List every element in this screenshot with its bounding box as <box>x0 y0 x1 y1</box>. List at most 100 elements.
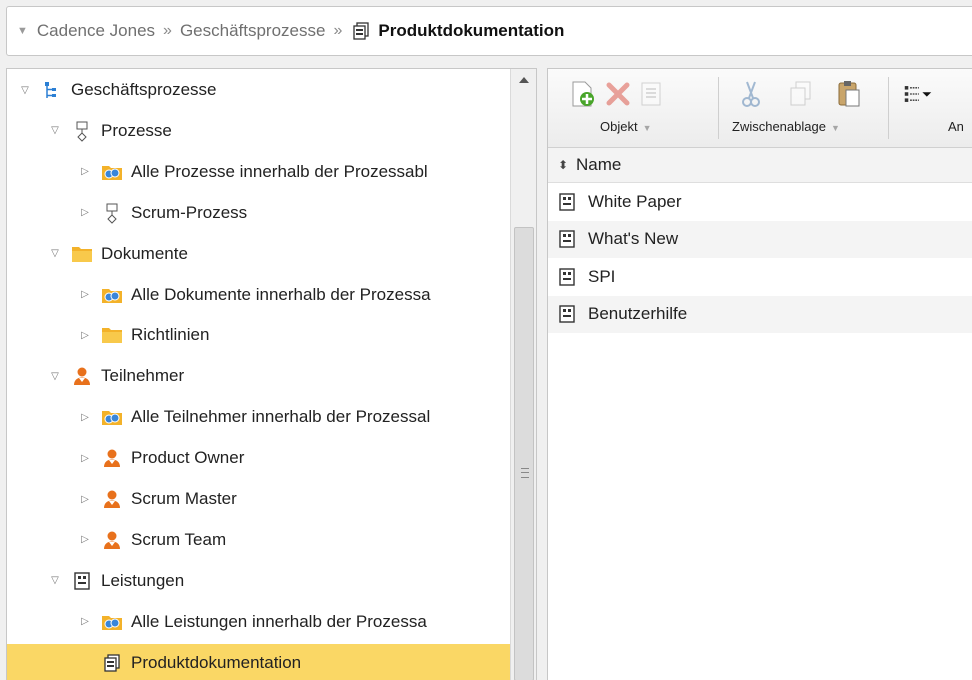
expand-toggle-icon[interactable]: ▷ <box>79 330 91 341</box>
breadcrumb: ▼ Cadence Jones » Geschäftsprozesse » Pr… <box>6 6 972 56</box>
tree-item-label: Alle Dokumente innerhalb der Prozessa <box>131 284 431 304</box>
deliverable-icon <box>556 266 578 288</box>
paste-icon[interactable] <box>834 79 864 109</box>
all-folder-icon <box>101 406 123 428</box>
tree-item[interactable]: ▽ Dokumente <box>7 235 510 273</box>
tree-item-label: Alle Leistungen innerhalb der Prozessa <box>131 611 427 631</box>
expand-toggle-icon[interactable]: ▷ <box>79 207 91 218</box>
tree-item-label: Produktdokumentation <box>131 652 302 672</box>
tree-item[interactable]: ▷ Richtlinien <box>7 316 510 354</box>
tree-scrollbar[interactable] <box>510 69 536 680</box>
person-icon <box>101 529 123 551</box>
folder-icon <box>101 324 123 346</box>
toolbar: Objekt ▼ Zwischenablage ▼ An <box>548 69 972 148</box>
all-folder-icon <box>101 284 123 306</box>
hierarchy-icon <box>41 79 63 101</box>
zwischenablage-menu[interactable]: Zwischenablage ▼ <box>732 119 840 134</box>
tree-item-label: Geschäftsprozesse <box>71 80 217 99</box>
expand-toggle-icon[interactable]: ▷ <box>79 289 91 300</box>
deliverable-icon <box>556 191 578 213</box>
tree-item[interactable]: ▽ Geschäftsprozesse <box>7 71 510 109</box>
tree-item[interactable]: ▷ Alle Dokumente innerhalb der Prozessa <box>7 276 510 314</box>
scrollbar-thumb[interactable] <box>514 227 534 680</box>
table-cell-name: SPI <box>588 266 616 286</box>
tree-item[interactable]: ▽ Prozesse <box>7 112 510 150</box>
person-icon <box>101 488 123 510</box>
table-cell-name: Benutzerhilfe <box>588 304 688 323</box>
table-row[interactable]: SPI <box>548 258 972 295</box>
properties-icon[interactable] <box>636 79 666 109</box>
deliverable-icon <box>71 570 93 592</box>
breadcrumb-item-user[interactable]: Cadence Jones <box>37 21 155 41</box>
table-row[interactable]: White Paper <box>548 183 972 220</box>
tree-item[interactable]: ▷ Alle Prozesse innerhalb der Prozessabl <box>7 153 510 191</box>
person-icon <box>71 365 93 387</box>
all-folder-icon <box>101 161 123 183</box>
expand-toggle-icon[interactable]: ▷ <box>79 534 91 545</box>
expand-toggle-icon[interactable]: ▷ <box>79 616 91 627</box>
content-panel: Objekt ▼ Zwischenablage ▼ An ⬍ Name White … <box>547 68 972 680</box>
tree-item[interactable]: ▷ Scrum Team <box>7 521 510 559</box>
collapse-toggle-icon[interactable]: ▽ <box>49 371 61 382</box>
deliverable-icon <box>556 228 578 250</box>
collapse-toggle-icon[interactable]: ▽ <box>19 85 31 96</box>
breadcrumb-separator: » <box>333 22 343 39</box>
view-list-icon[interactable] <box>903 79 933 109</box>
tree-item-label: Scrum Team <box>131 529 227 549</box>
scroll-up-icon[interactable] <box>519 77 529 83</box>
ansicht-menu[interactable]: An <box>948 119 964 134</box>
breadcrumb-item-geschaeftsprozesse[interactable]: Geschäftsprozesse <box>180 21 326 41</box>
process-icon <box>101 202 123 224</box>
tree-item[interactable]: ▷ Product Owner <box>7 439 510 477</box>
collapse-toggle-icon[interactable]: ▽ <box>49 248 61 259</box>
deliverable-icon <box>556 303 578 325</box>
tree-item[interactable]: Produktdokumentation <box>7 643 510 680</box>
deliverable-group-icon <box>350 20 372 42</box>
tree-item-label: Leistungen <box>101 570 185 590</box>
table-row[interactable]: Benutzerhilfe <box>548 295 972 333</box>
toolbar-separator <box>888 77 889 139</box>
cut-icon[interactable] <box>736 79 766 109</box>
copy-icon[interactable] <box>786 79 816 109</box>
collapse-toggle-icon[interactable]: ▽ <box>49 125 61 136</box>
folder-icon <box>71 243 93 265</box>
tree-item-label: Scrum-Prozess <box>131 202 248 222</box>
tree-item-label: Prozesse <box>101 120 172 140</box>
expand-toggle-icon[interactable]: ▷ <box>79 494 91 505</box>
tree-item[interactable]: ▽ Leistungen <box>7 562 510 600</box>
toolbar-separator <box>718 77 719 139</box>
sort-icon[interactable]: ⬍ <box>558 158 572 172</box>
column-header-name[interactable]: ⬍ Name <box>548 148 972 183</box>
tree-item-label: Alle Prozesse innerhalb der Prozessabl <box>131 161 428 181</box>
person-icon <box>101 447 123 469</box>
tree-item-label: Richtlinien <box>131 325 210 345</box>
breadcrumb-separator: » <box>163 22 172 39</box>
tree-item[interactable]: ▷ Alle Leistungen innerhalb der Prozessa <box>7 603 510 641</box>
new-object-icon[interactable] <box>568 79 598 109</box>
collapse-toggle-icon[interactable]: ▽ <box>49 575 61 586</box>
tree-item[interactable]: ▷ Scrum Master <box>7 480 510 518</box>
expand-toggle-icon[interactable]: ▷ <box>79 166 91 177</box>
navigation-tree: ▽ Geschäftsprozesse ▽ Prozesse ▷ Alle Prozess… <box>6 68 537 680</box>
tree-item[interactable]: ▷ Scrum-Prozess <box>7 194 510 232</box>
tree-item-label: Dokumente <box>101 243 188 263</box>
tree-item-label: Product Owner <box>131 448 245 468</box>
table-cell-name: White Paper <box>588 191 682 211</box>
expand-toggle-icon[interactable]: ▷ <box>79 453 91 464</box>
tree-item-label: Scrum Master <box>131 489 237 508</box>
deliverable-group-icon <box>101 652 123 674</box>
tree-item[interactable]: ▽ Teilnehmer <box>7 357 510 395</box>
scrollbar-grip-icon <box>521 468 529 478</box>
breadcrumb-dropdown-icon[interactable]: ▼ <box>17 25 28 37</box>
tree-item-label: Teilnehmer <box>101 366 185 386</box>
table-row[interactable]: What's New <box>548 220 972 258</box>
tree-item-label: Alle Teilnehmer innerhalb der Prozessal <box>131 407 431 427</box>
delete-icon[interactable] <box>603 79 633 109</box>
objekt-menu[interactable]: Objekt ▼ <box>600 119 652 134</box>
tree-item[interactable]: ▷ Alle Teilnehmer innerhalb der Prozessal <box>7 398 510 436</box>
expand-toggle-icon[interactable]: ▷ <box>79 412 91 423</box>
all-folder-icon <box>101 611 123 633</box>
breadcrumb-current: Produktdokumentation <box>378 21 565 40</box>
table-cell-name: What's New <box>588 229 679 248</box>
process-icon <box>71 120 93 142</box>
